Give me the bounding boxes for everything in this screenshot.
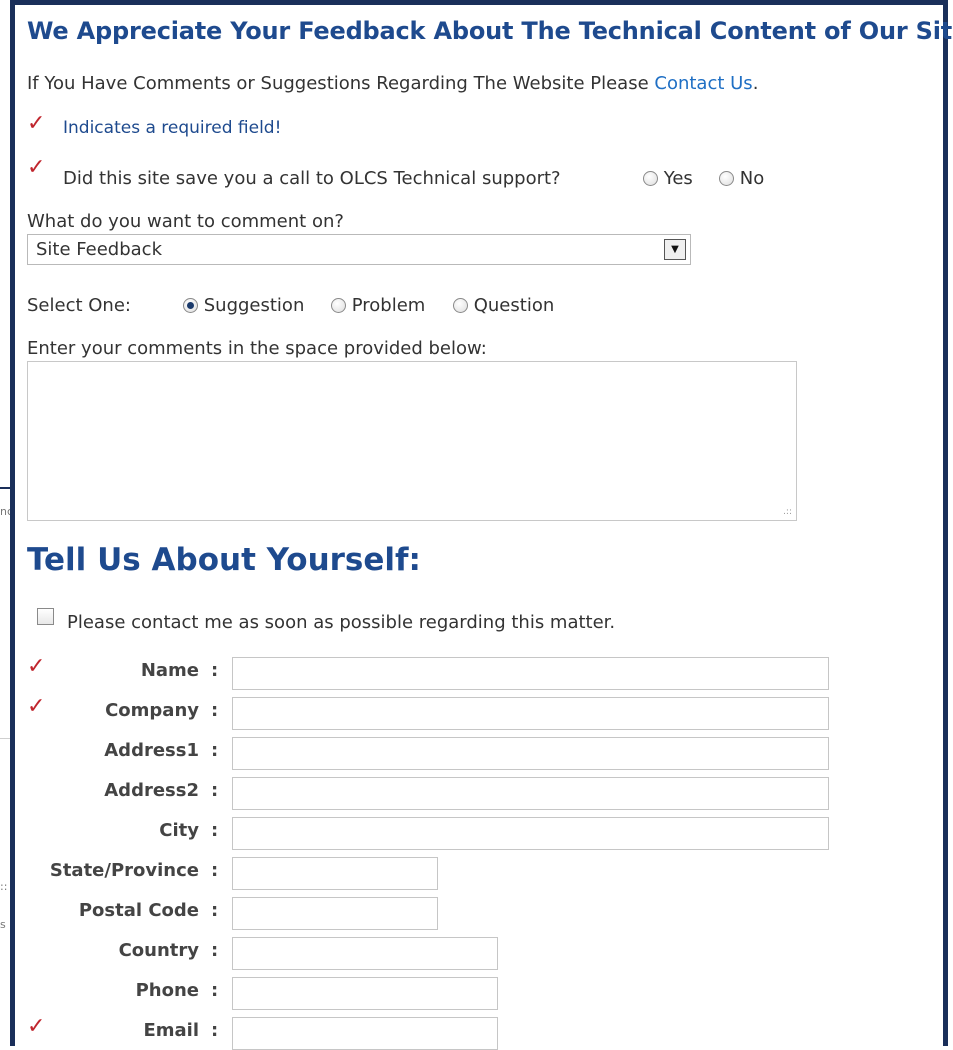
select-one-label: Select One: (27, 295, 131, 316)
field-colon: : (211, 1020, 219, 1041)
postal-code-input[interactable] (232, 897, 438, 930)
field-label: Country (118, 940, 199, 961)
field-label: Email (143, 1020, 199, 1041)
resize-grip-icon[interactable]: .:: (783, 507, 792, 517)
call-no-radio[interactable] (719, 171, 734, 186)
intro-text-body: If You Have Comments or Suggestions Rega… (27, 73, 655, 94)
contact-us-link[interactable]: Contact Us (654, 73, 752, 94)
field-label: Company (105, 700, 199, 721)
field-label: Address1 (104, 740, 199, 761)
country-input[interactable] (232, 937, 498, 970)
comment-on-select[interactable]: Site Feedback ▼ (27, 234, 691, 265)
background-fragment: :: (0, 880, 8, 893)
field-colon: : (211, 660, 219, 681)
contact-me-label: Please contact me as soon as possible re… (67, 612, 616, 633)
field-label: State/Province (49, 860, 199, 881)
field-label: Name (140, 660, 199, 681)
call-yes-label: Yes (663, 168, 693, 189)
question-label: Question (473, 295, 555, 316)
address2-input[interactable] (232, 777, 829, 810)
dropdown-arrow-icon[interactable]: ▼ (664, 239, 686, 260)
call-yes-radio[interactable] (643, 171, 658, 186)
background-divider (0, 738, 10, 739)
about-yourself-heading: Tell Us About Yourself: (27, 542, 421, 578)
phone-input[interactable] (232, 977, 498, 1010)
question-option[interactable]: Question (453, 295, 554, 316)
field-colon: : (211, 980, 219, 1001)
field-label: Postal Code (78, 900, 199, 921)
field-label: City (159, 820, 199, 841)
address1-input[interactable] (232, 737, 829, 770)
question-radio[interactable] (453, 298, 468, 313)
field-colon: : (211, 820, 219, 841)
field-label: Phone (135, 980, 199, 1001)
city-input[interactable] (232, 817, 829, 850)
field-colon: : (211, 860, 219, 881)
feedback-panel: We Appreciate Your Feedback About The Te… (10, 0, 953, 1050)
problem-label: Problem (351, 295, 426, 316)
field-colon: : (211, 740, 219, 761)
intro-suffix: . (752, 73, 759, 94)
comment-on-selected-value: Site Feedback (36, 239, 162, 260)
page-title: We Appreciate Your Feedback About The Te… (27, 17, 953, 45)
call-no-option[interactable]: No (719, 168, 764, 189)
state-province-input[interactable] (232, 857, 438, 890)
field-label: Address2 (104, 780, 199, 801)
field-colon: : (211, 940, 219, 961)
contact-me-checkbox[interactable] (37, 608, 54, 625)
field-colon: : (211, 700, 219, 721)
suggestion-option[interactable]: Suggestion (183, 295, 304, 316)
name-input[interactable] (232, 657, 829, 690)
suggestion-label: Suggestion (203, 295, 305, 316)
checkmark-icon: ✓ (27, 111, 46, 136)
problem-radio[interactable] (331, 298, 346, 313)
field-colon: : (211, 780, 219, 801)
problem-option[interactable]: Problem (331, 295, 425, 316)
call-no-label: No (739, 168, 765, 189)
comment-on-label: What do you want to comment on? (27, 211, 344, 232)
checkmark-icon: ✓ (27, 155, 46, 180)
intro-text: If You Have Comments or Suggestions Rega… (27, 73, 758, 94)
email-input[interactable] (232, 1017, 498, 1050)
call-question-label: Did this site save you a call to OLCS Te… (63, 168, 561, 189)
comments-label: Enter your comments in the space provide… (27, 338, 487, 359)
company-input[interactable] (232, 697, 829, 730)
comments-textarea[interactable]: .:: (27, 361, 797, 521)
field-colon: : (211, 900, 219, 921)
suggestion-radio[interactable] (183, 298, 198, 313)
call-yes-option[interactable]: Yes (643, 168, 693, 189)
required-field-note: Indicates a required field! (63, 118, 282, 138)
